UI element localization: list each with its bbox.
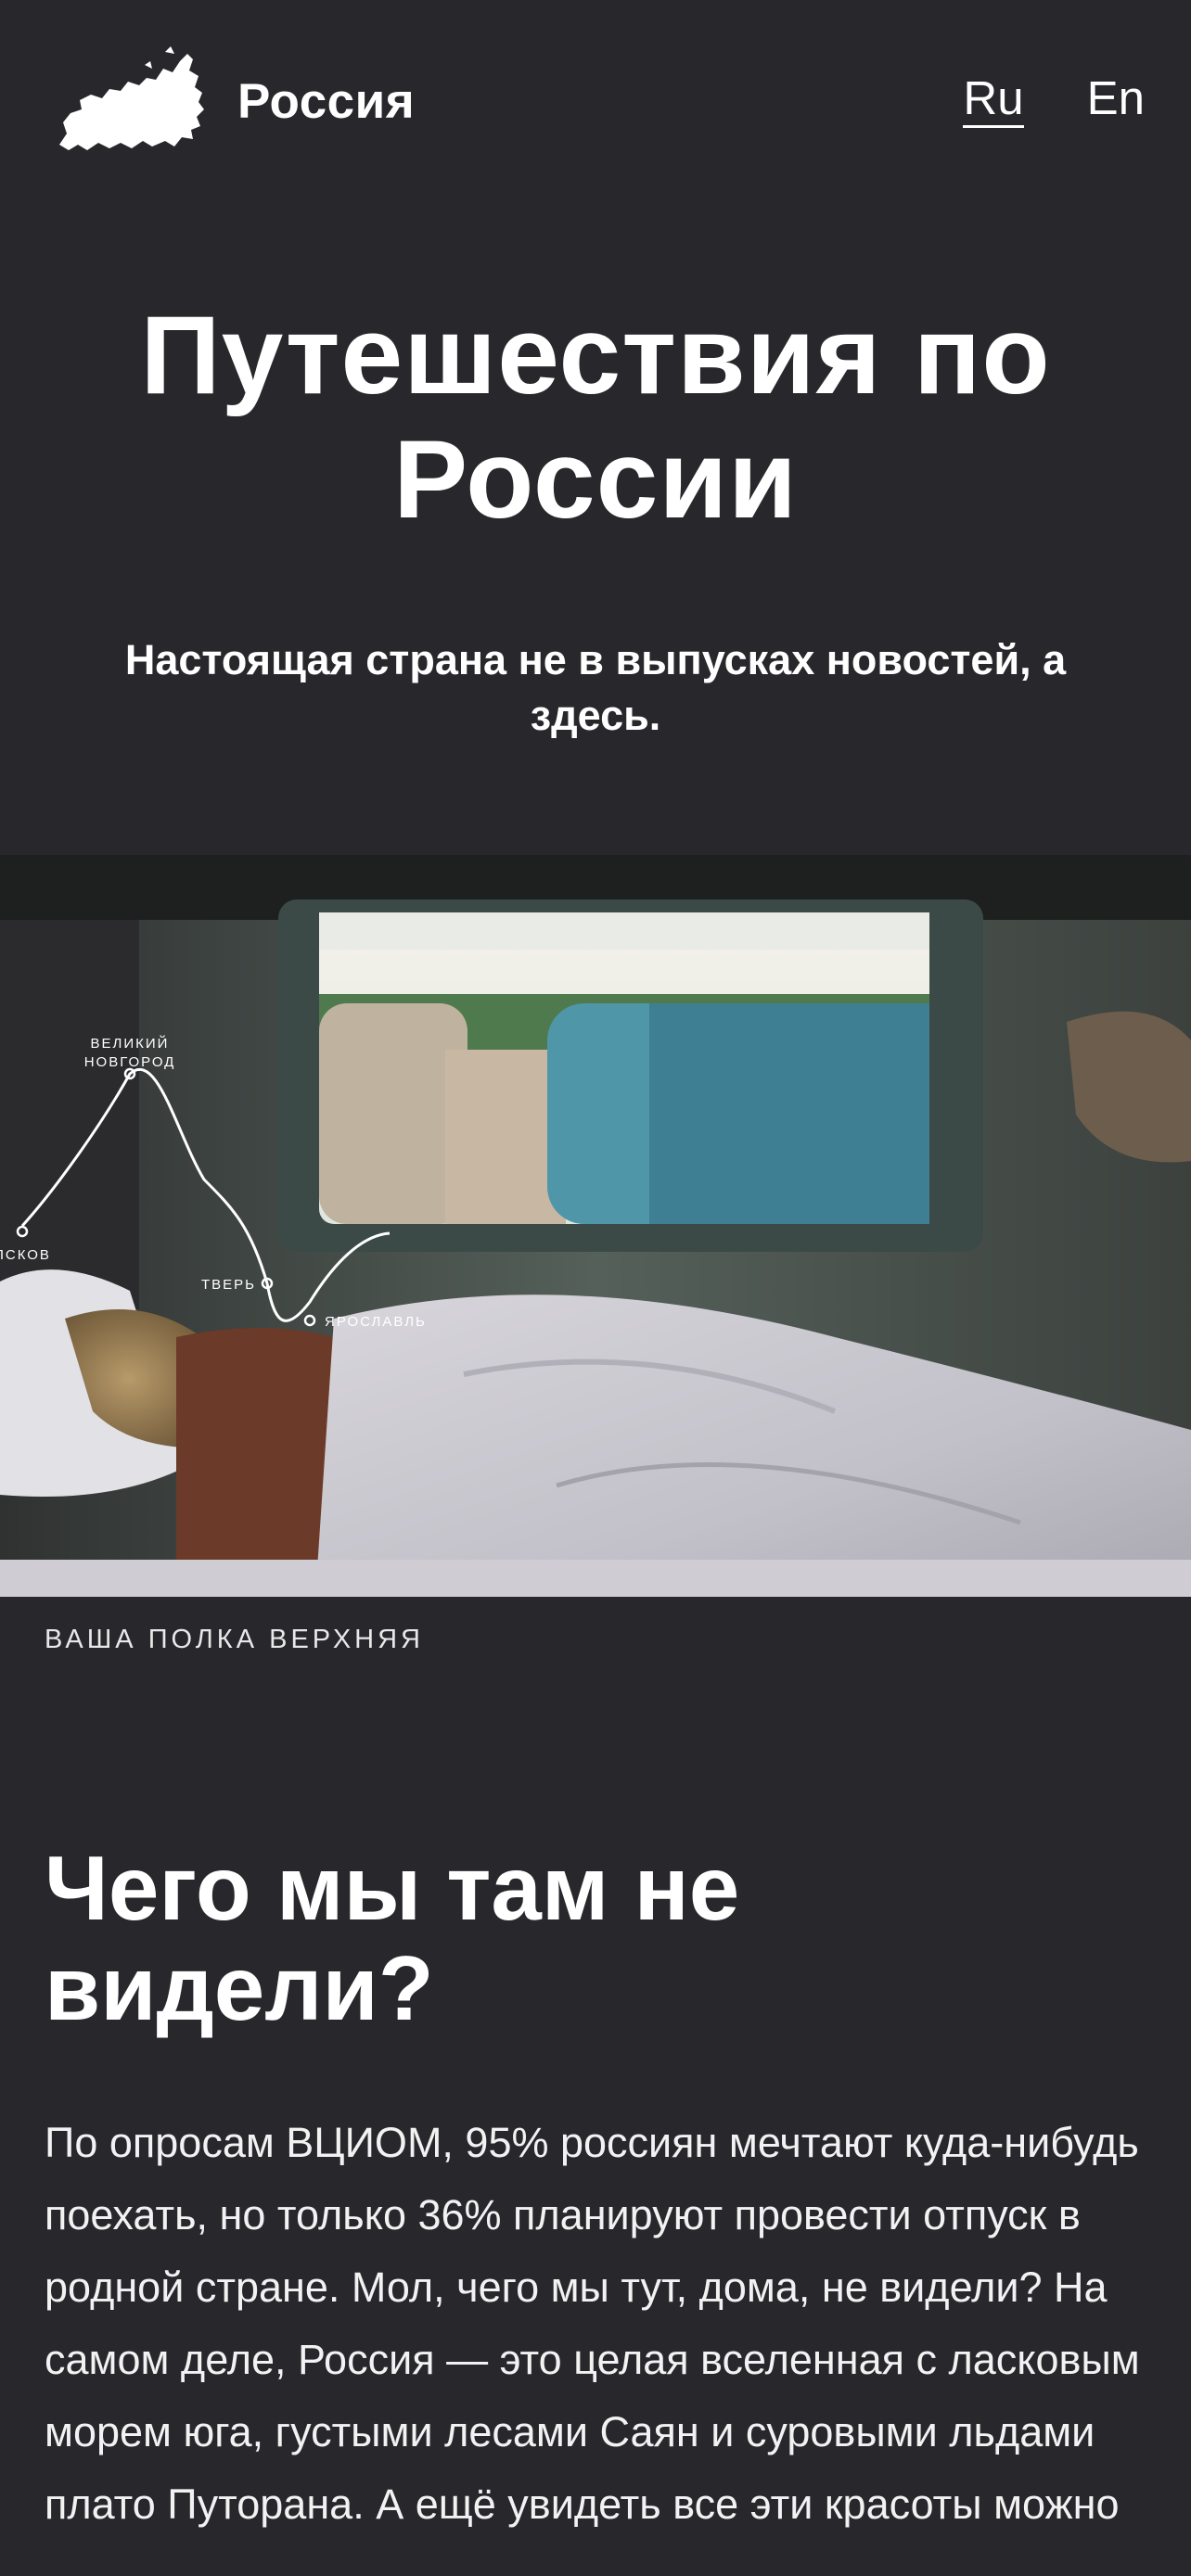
- route-label-pskov: ПСКОВ: [0, 1247, 51, 1263]
- page-subtitle: Настоящая страна не в выпусках новостей,…: [124, 636, 1067, 739]
- site-header: Россия Ru En: [0, 0, 1191, 213]
- section-title: Чего мы там не видели?: [45, 1837, 740, 2039]
- train-compartment-photo: ВЕЛИКИЙ НОВГОРОД ПСКОВ ТВЕРЬ ЯРОСЛАВЛЬ: [0, 855, 1191, 1597]
- photo-caption: ВАША ПОЛКА ВЕРХНЯЯ: [45, 1625, 424, 1654]
- logo-text: Россия: [237, 73, 416, 129]
- section-body: По опросам ВЦИОМ, 95% россиян мечтают ку…: [45, 2119, 1140, 2528]
- russia-map-icon: [59, 46, 204, 150]
- lang-ru-link[interactable]: Ru: [963, 74, 1024, 128]
- lang-en-link[interactable]: En: [1087, 74, 1145, 128]
- route-label-tver: ТВЕРЬ: [201, 1277, 256, 1293]
- route-label-yaroslavl: ЯРОСЛАВЛЬ: [325, 1314, 427, 1330]
- route-label-novgorod: НОВГОРОД: [84, 1054, 176, 1070]
- language-switcher: Ru En: [963, 74, 1145, 128]
- logo-link[interactable]: Россия: [54, 45, 415, 158]
- page-title: Путешествия по России: [140, 293, 1051, 542]
- route-label-velikiy: ВЕЛИКИЙ: [91, 1035, 170, 1052]
